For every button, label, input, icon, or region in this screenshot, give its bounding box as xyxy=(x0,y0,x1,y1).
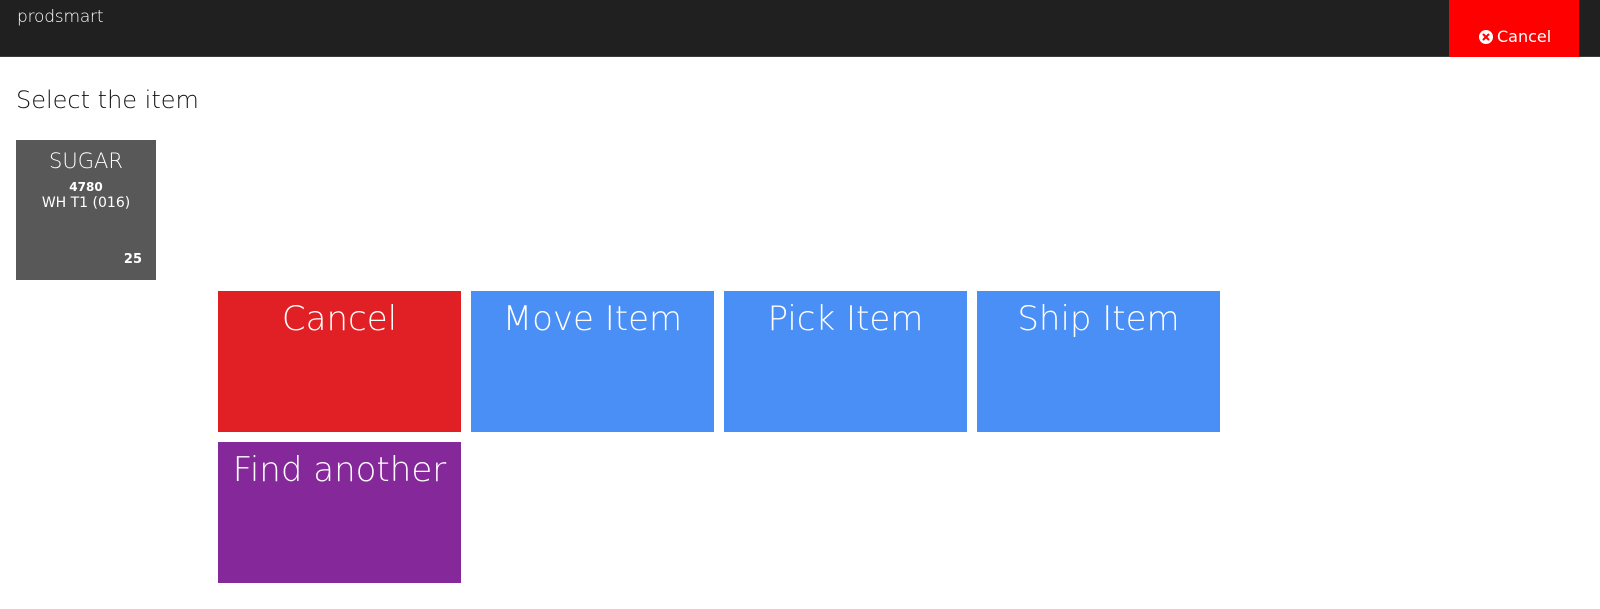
item-tile-sugar[interactable]: SUGAR 4780 WH T1 (016) 25 xyxy=(16,140,156,280)
page-title: Select the item xyxy=(16,86,199,114)
item-name: SUGAR xyxy=(49,149,123,173)
pick-item-label: Pick Item xyxy=(767,299,924,339)
find-another-label: Find another xyxy=(232,450,447,490)
header-cancel-button[interactable]: Cancel xyxy=(1449,0,1579,57)
ship-item-label: Ship Item xyxy=(1017,299,1180,339)
cancel-action-label: Cancel xyxy=(281,299,398,339)
item-location: WH T1 (016) xyxy=(41,195,131,211)
move-item-label: Move Item xyxy=(502,299,683,339)
pick-item-button[interactable]: Pick Item xyxy=(724,291,967,432)
cancel-action-button[interactable]: Cancel xyxy=(218,291,461,432)
times-circle-icon xyxy=(1479,30,1493,44)
find-another-button[interactable]: Find another xyxy=(218,442,461,583)
move-item-button[interactable]: Move Item xyxy=(471,291,714,432)
header-cancel-label: Cancel xyxy=(1497,27,1552,46)
item-code: 4780 xyxy=(69,180,103,194)
ship-item-button[interactable]: Ship Item xyxy=(977,291,1220,432)
top-bar: prodsmart Cancel xyxy=(0,0,1600,57)
item-quantity: 25 xyxy=(123,252,142,267)
brand-logo: prodsmart xyxy=(17,7,104,27)
